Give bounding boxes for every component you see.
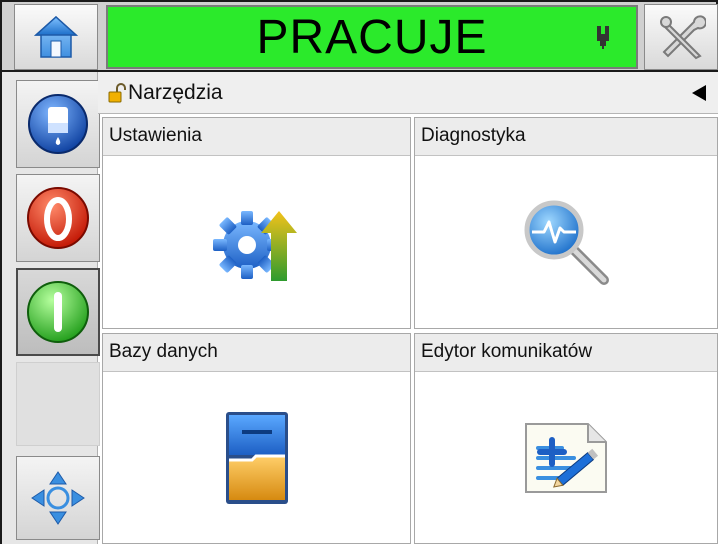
ink-cartridge-icon [597, 26, 609, 49]
tile-databases[interactable]: Bazy danych [102, 333, 411, 544]
ink-system-button[interactable] [16, 80, 100, 168]
tools-button[interactable] [644, 4, 718, 70]
tile-diagnostics[interactable]: Diagnostyka [414, 117, 718, 329]
diagnostics-magnifier-icon [524, 200, 609, 285]
sidebar-empty-slot [16, 362, 100, 446]
tile-label: Ustawienia [103, 118, 410, 156]
database-cabinet-icon [225, 411, 288, 504]
stop-icon [27, 187, 89, 249]
navigation-arrows-icon [31, 471, 85, 525]
page-title: Narzędzia [128, 80, 223, 104]
unlocked-padlock-icon [108, 82, 126, 102]
tile-message-editor[interactable]: Edytor komunikatów [414, 333, 718, 544]
tile-settings[interactable]: Ustawienia [102, 117, 411, 329]
ink-bottle-icon [28, 94, 88, 154]
left-sidebar [0, 72, 100, 544]
tile-label: Bazy danych [103, 334, 410, 372]
home-icon [34, 15, 78, 58]
stop-button[interactable] [16, 174, 100, 262]
back-arrow-icon[interactable] [692, 85, 706, 101]
tools-icon [660, 15, 706, 60]
message-editor-icon [525, 422, 607, 493]
tile-label: Diagnostyka [415, 118, 717, 156]
navigation-button[interactable] [16, 456, 100, 540]
start-button[interactable] [16, 268, 100, 356]
status-text: PRACUJE [256, 10, 488, 64]
home-button[interactable] [14, 4, 98, 70]
breadcrumb: Narzędzia [98, 72, 718, 114]
settings-gear-icon [212, 211, 297, 281]
tile-label: Edytor komunikatów [415, 334, 717, 372]
status-bar[interactable]: PRACUJE [106, 5, 638, 69]
start-icon [27, 281, 89, 343]
top-bar: PRACUJE [0, 0, 718, 72]
